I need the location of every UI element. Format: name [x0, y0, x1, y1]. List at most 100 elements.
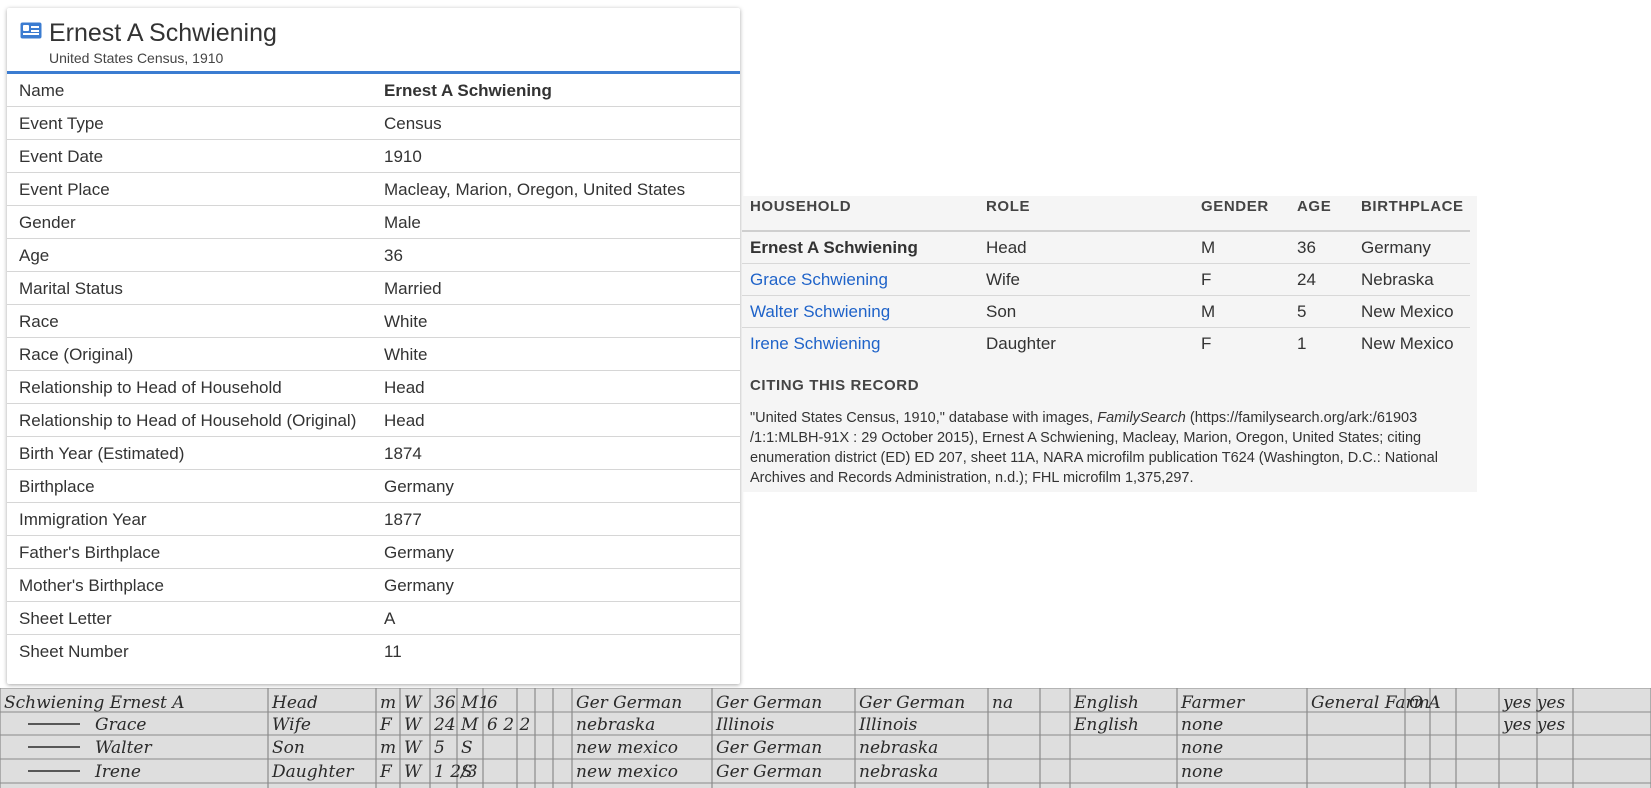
household-role: Son: [978, 295, 1193, 328]
fact-value: Germany: [384, 469, 740, 503]
fact-label: Birthplace: [7, 469, 384, 503]
census-handwritten-cell: Illinois: [858, 715, 918, 735]
header-age: AGE: [1289, 196, 1353, 232]
census-handwritten-cell: Head: [271, 693, 318, 713]
census-handwritten-cell: W: [404, 762, 423, 782]
household-age: 36: [1289, 231, 1353, 264]
household-role: Head: [978, 231, 1193, 264]
fact-label: Race (Original): [7, 337, 384, 371]
household-person-link[interactable]: Grace Schwiening: [742, 263, 978, 296]
census-handwritten-cell: Farmer: [1180, 693, 1245, 713]
household-row: Ernest A Schwiening Head M 36 Germany: [742, 231, 1470, 264]
census-handwritten-cell: F: [379, 715, 393, 735]
census-handwritten-cell: Ger German: [576, 693, 682, 713]
census-handwritten-cell: 5: [434, 738, 445, 758]
household-panel: HOUSEHOLD ROLE GENDER AGE BIRTHPLACE Ern…: [742, 196, 1477, 492]
census-handwritten-cell: 6 2 2: [487, 715, 530, 735]
record-collection: United States Census, 1910: [49, 50, 224, 66]
household-table: HOUSEHOLD ROLE GENDER AGE BIRTHPLACE Ern…: [742, 196, 1470, 359]
fact-value: Head: [384, 370, 740, 404]
census-handwritten-cell: S: [461, 738, 473, 758]
fact-row: Relationship to Head of Household (Origi…: [7, 403, 740, 437]
household-row: Grace Schwiening Wife F 24 Nebraska: [742, 263, 1470, 296]
fact-label: Relationship to Head of Household (Origi…: [7, 403, 384, 437]
household-gender: M: [1193, 231, 1289, 264]
household-gender: F: [1193, 263, 1289, 296]
citation-heading: CITING THIS RECORD: [750, 377, 920, 394]
header-household: HOUSEHOLD: [742, 196, 978, 232]
fact-value: Macleay, Marion, Oregon, United States: [384, 172, 740, 206]
census-handwritten-cell: nebraska: [859, 738, 938, 758]
census-handwritten-cell: m: [380, 693, 396, 713]
fact-row: Immigration Year 1877: [7, 502, 740, 536]
fact-label: Sheet Number: [19, 642, 129, 661]
fact-value: A: [384, 601, 740, 635]
census-handwritten-cell: English: [1073, 715, 1139, 735]
census-handwritten-cell: yes yes: [1502, 715, 1565, 735]
fact-row: Race White: [7, 304, 740, 338]
fact-row: Relationship to Head of Household Head: [7, 370, 740, 404]
household-person-link[interactable]: Walter Schwiening: [742, 295, 978, 328]
record-card-icon: [20, 22, 42, 39]
fact-value: White: [384, 337, 740, 371]
fact-label: Race: [7, 304, 384, 338]
fact-label: Birth Year (Estimated): [7, 436, 384, 470]
census-handwritten-cell: W: [404, 738, 423, 758]
census-handwritten-cell: Walter: [95, 738, 152, 758]
census-handwritten-cell: Irene: [94, 762, 141, 782]
census-handwritten-cell: 24: [433, 715, 456, 735]
household-role: Wife: [978, 263, 1193, 296]
household-person-link[interactable]: Irene Schwiening: [742, 328, 978, 360]
household-birthplace: New Mexico: [1353, 295, 1470, 328]
fact-label: Event Date: [7, 139, 384, 173]
census-handwritten-cell: m: [380, 738, 396, 758]
household-birthplace: Germany: [1353, 231, 1470, 264]
fact-row: Gender Male: [7, 205, 740, 239]
census-handwritten-cell: Wife: [272, 715, 311, 735]
header-birthplace: BIRTHPLACE: [1353, 196, 1470, 232]
fact-label: Relationship to Head of Household: [7, 370, 384, 404]
household-row: Irene Schwiening Daughter F 1 New Mexico: [742, 328, 1470, 360]
census-handwritten-cell: F: [379, 762, 393, 782]
census-handwritten-cell: Son: [272, 738, 305, 758]
census-handwritten-cell: Schwiening Ernest A: [4, 693, 185, 713]
census-handwritten-cell: none: [1181, 762, 1223, 782]
record-title: Ernest A Schwiening: [49, 19, 277, 47]
record-header: Ernest A Schwiening United States Census…: [7, 8, 740, 74]
census-handwritten-cell: Ger German: [716, 762, 822, 782]
citation-text: "United States Census, 1910," database w…: [750, 408, 1485, 488]
fact-row: Father's Birthplace Germany: [7, 535, 740, 569]
household-age: 5: [1289, 295, 1353, 328]
fact-row: Birth Year (Estimated) 1874: [7, 436, 740, 470]
citation-prefix: "United States Census, 1910," database w…: [750, 410, 1098, 426]
fact-value: 11: [384, 642, 402, 661]
fact-row: Event Place Macleay, Marion, Oregon, Unit…: [7, 172, 740, 206]
census-handwritten-cell: M1: [460, 693, 489, 713]
census-handwritten-cell: English: [1073, 693, 1139, 713]
census-handwritten-cell: 6: [487, 693, 498, 713]
fact-row: Sheet Letter A: [7, 601, 740, 635]
census-handwritten-cell: W: [404, 715, 423, 735]
facts-table: Name Ernest A Schwiening Event Type Census E…: [7, 74, 740, 667]
fact-row: Event Date 1910: [7, 139, 740, 173]
fact-label: Immigration Year: [7, 502, 384, 536]
fact-row: Birthplace Germany: [7, 469, 740, 503]
census-handwritten-cell: 36: [434, 693, 456, 713]
fact-label: Event Place: [7, 172, 384, 206]
census-handwritten-cell: yes yes: [1502, 693, 1565, 713]
fact-row: Age 36: [7, 238, 740, 272]
header-gender: GENDER: [1193, 196, 1289, 232]
census-image[interactable]: Schwiening Ernest A Head m W 36 M1 6 Ger German…: [0, 688, 1651, 788]
header-role: ROLE: [978, 196, 1193, 232]
fact-value: Married: [384, 271, 740, 305]
census-handwritten-cell: Ger German: [859, 693, 965, 713]
household-role: Daughter: [986, 333, 1056, 353]
fact-label: Father's Birthplace: [7, 535, 384, 569]
fact-value: Male: [384, 205, 740, 239]
fact-value: Census: [384, 106, 740, 140]
fact-value: 36: [384, 238, 740, 272]
fact-label: Name: [7, 74, 384, 107]
census-handwritten-cell: Ger German: [716, 738, 822, 758]
census-image-svg: Schwiening Ernest A Head m W 36 M16 Ger German…: [0, 688, 1651, 788]
household-birthplace: New Mexico: [1361, 333, 1454, 353]
